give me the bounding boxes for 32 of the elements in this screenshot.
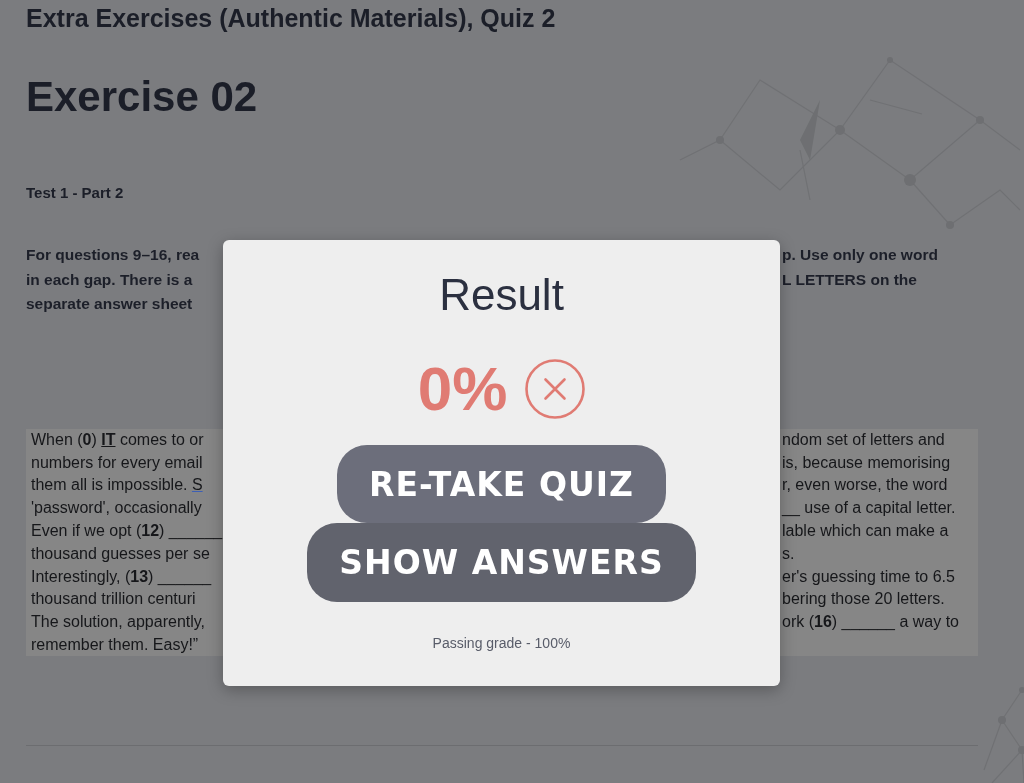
passage-text: thousand trillion centuri [31,589,196,610]
instructions-text: L LETTERS on the [782,269,917,290]
passage-text: numbers for every email [31,452,203,473]
passage-text: thousand guesses per se [31,543,210,564]
passage-text: Even if we opt (12) ______ [31,521,223,542]
show-answers-button[interactable]: SHOW ANSWERS [307,523,696,602]
passage-text: bering those 20 letters. [782,589,945,610]
instructions-text: p. Use only one word [782,245,938,266]
passage-text: lable which can make a [782,521,949,542]
passage-text: is, because memorising [782,452,951,473]
passage-text: When (0) IT comes to or [31,429,204,450]
passage-text: remember them. Easy!” [31,635,199,656]
passage-text: them all is impossible. S [31,475,203,496]
passage-text: __ use of a capital letter. [782,498,956,519]
passage-text: 'password', occasionally [31,498,202,519]
instructions-text: For questions 9–16, rea [26,245,200,266]
instructions-text: in each gap. There is a [26,269,193,290]
course-title: Extra Exercises (Authentic Materials), Quiz 2 [26,3,556,34]
passage-text: ndom set of letters and [782,429,945,450]
passage-text: s. [782,543,795,564]
retake-quiz-button[interactable]: RE-TAKE QUIZ [337,445,666,523]
score-text: 0% [417,354,508,424]
passage-text: Interestingly, (13) ______ [31,566,212,587]
section-heading: Test 1 - Part 2 [26,183,124,203]
passage-text: ork (16) ______ a way to [782,612,959,633]
dialog-title: Result [439,269,564,321]
exercise-title: Exercise 02 [26,72,258,122]
passage-text: The solution, apparently, [31,612,206,633]
passage-text: er's guessing time to 6.5 [782,566,955,587]
passage-text: r, even worse, the word [782,475,948,496]
passing-grade-text: Passing grade - 100% [432,634,571,653]
instructions-text: separate answer sheet [26,294,193,315]
